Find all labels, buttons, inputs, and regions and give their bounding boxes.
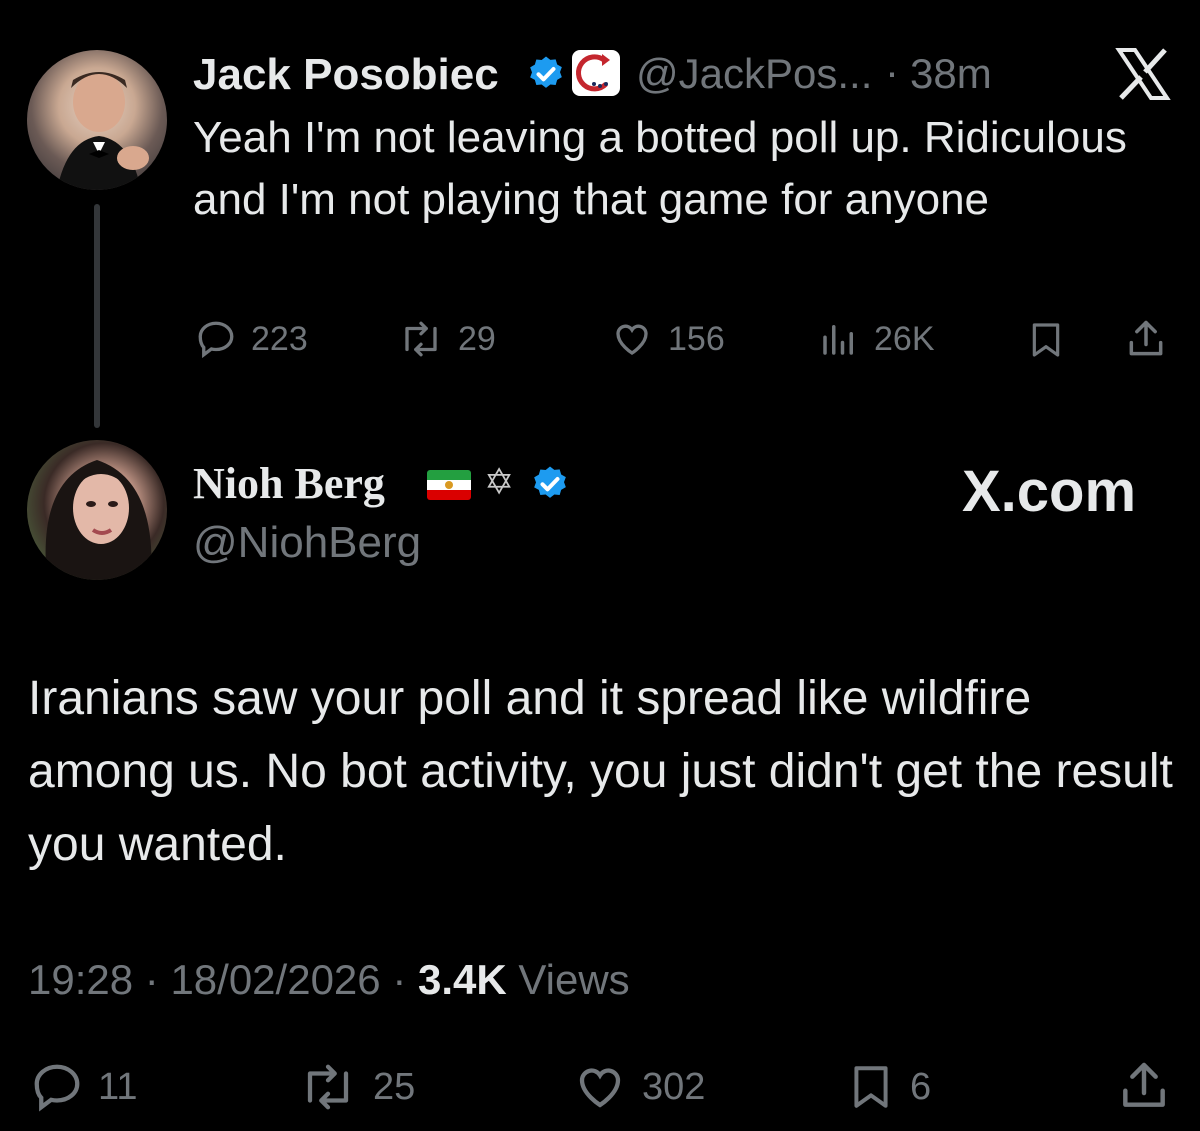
reply-button[interactable]: 11 bbox=[30, 1060, 137, 1114]
views-label: Views bbox=[506, 956, 630, 1003]
tweet-timestamp[interactable]: 38m bbox=[910, 50, 992, 98]
views-icon bbox=[823, 325, 853, 355]
reply-icon bbox=[34, 1064, 80, 1112]
verified-badge-icon bbox=[530, 56, 562, 88]
affiliate-badge-icon bbox=[572, 50, 620, 96]
like-button[interactable]: 156 bbox=[610, 318, 725, 360]
tweet-meta: 19:28 · 18/02/2026 · 3.4K Views bbox=[28, 956, 630, 1004]
reply-count: 223 bbox=[251, 319, 308, 358]
author-name[interactable]: Jack Posobiec bbox=[193, 50, 499, 100]
verified-badge-icon bbox=[534, 466, 566, 498]
author-handle[interactable]: @NiohBerg bbox=[193, 518, 421, 568]
separator-dot: · bbox=[133, 956, 171, 1003]
avatar-nioh-berg[interactable] bbox=[27, 440, 167, 580]
star-of-david-icon: ✡ bbox=[484, 461, 515, 502]
bookmark-count: 6 bbox=[910, 1065, 932, 1108]
bookmark-button[interactable]: 6 bbox=[846, 1060, 931, 1114]
reply-icon bbox=[198, 321, 234, 359]
repost-count: 25 bbox=[373, 1065, 416, 1108]
tweet-date[interactable]: 18/02/2026 bbox=[170, 956, 380, 1003]
author-name[interactable]: Nioh Berg bbox=[193, 458, 385, 509]
tweet-text: Iranians saw your poll and it spread lik… bbox=[28, 672, 1173, 871]
reply-count: 11 bbox=[98, 1065, 138, 1108]
like-count: 302 bbox=[642, 1065, 706, 1108]
like-icon bbox=[579, 1068, 621, 1108]
separator-dot: · bbox=[380, 956, 418, 1003]
repost-icon bbox=[307, 1064, 349, 1110]
repost-button[interactable]: 25 bbox=[297, 1060, 415, 1114]
tweet-time[interactable]: 19:28 bbox=[28, 956, 133, 1003]
repost-count: 29 bbox=[458, 319, 496, 358]
repost-button[interactable]: 29 bbox=[398, 318, 496, 360]
like-button[interactable]: 302 bbox=[572, 1060, 705, 1114]
author-handle[interactable]: @JackPos... bbox=[636, 50, 872, 98]
brand-watermark: X.com bbox=[962, 459, 1137, 524]
tweet-text: Yeah I'm not leaving a botted poll up. R… bbox=[193, 113, 1127, 224]
avatar-jack-posobiec[interactable] bbox=[27, 50, 167, 190]
share-icon[interactable] bbox=[1124, 316, 1168, 362]
bookmark-icon bbox=[854, 1066, 888, 1108]
reply-button[interactable]: 223 bbox=[195, 318, 308, 360]
iran-flag-icon bbox=[427, 470, 471, 500]
like-count: 156 bbox=[668, 319, 725, 358]
separator-dot: · bbox=[885, 48, 899, 95]
views-count: 3.4K bbox=[417, 956, 507, 1003]
thread-connector-line bbox=[94, 204, 100, 428]
like-icon bbox=[616, 324, 648, 355]
repost-icon bbox=[405, 321, 437, 357]
bookmark-icon[interactable] bbox=[1026, 318, 1066, 362]
x-logo-icon bbox=[1115, 48, 1171, 100]
view-count: 26K bbox=[874, 319, 935, 358]
share-icon[interactable] bbox=[1116, 1058, 1172, 1114]
views-button[interactable]: 26K bbox=[818, 318, 935, 360]
